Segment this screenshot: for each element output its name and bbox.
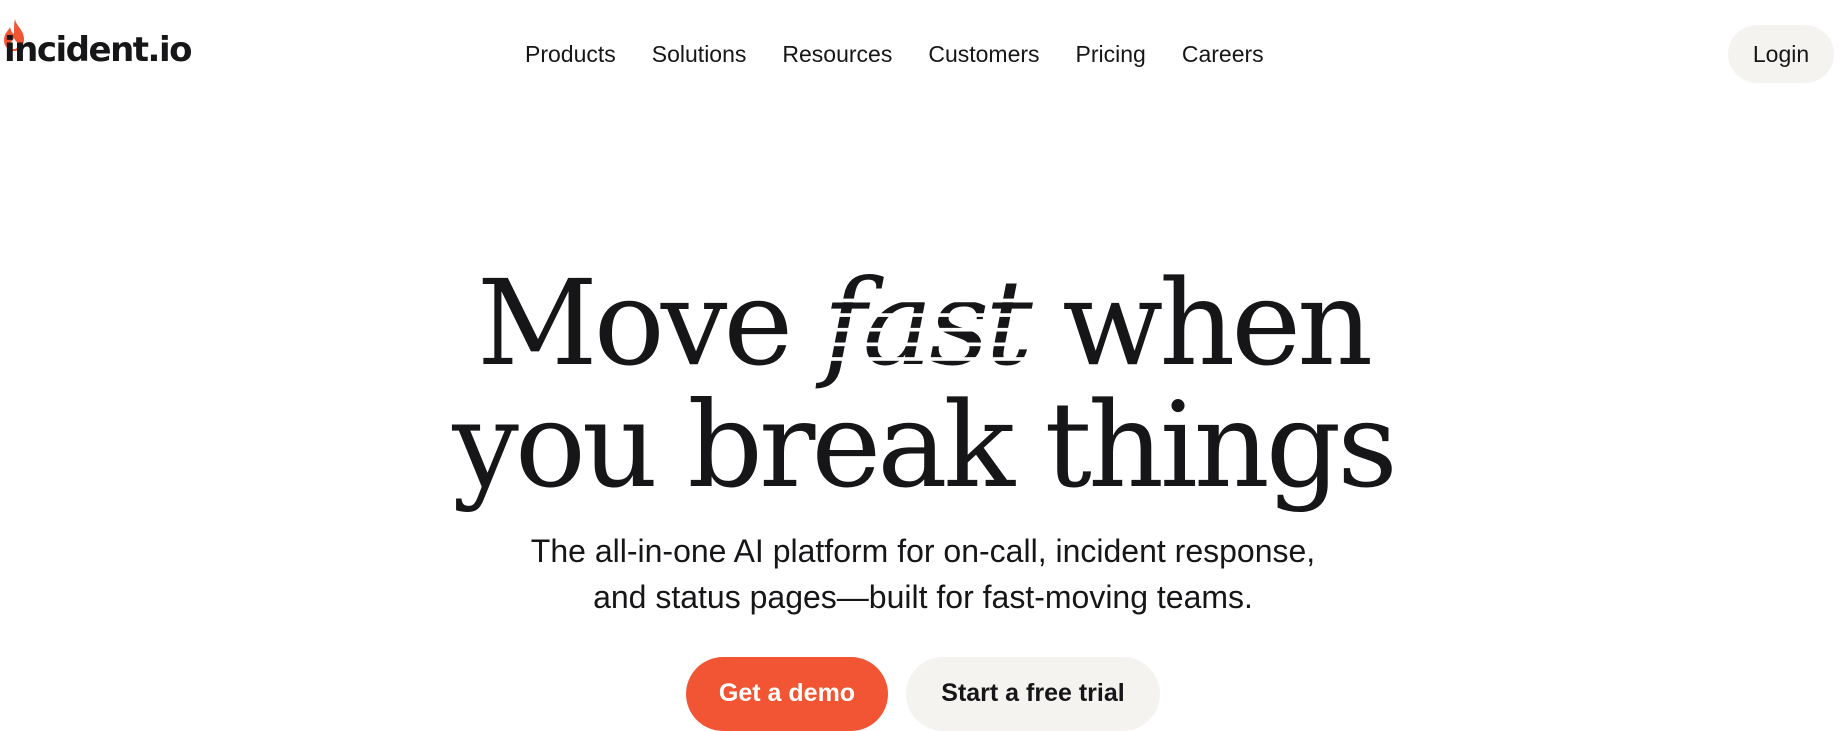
nav-item-resources[interactable]: Resources (764, 36, 910, 72)
logo-wordmark: incident.io (4, 30, 192, 70)
hero-title: Move fast when you break things (0, 262, 1846, 506)
main-nav: Products Solutions Resources Customers P… (509, 36, 1282, 72)
nav-item-products[interactable]: Products (509, 36, 634, 72)
nav-item-careers[interactable]: Careers (1164, 36, 1282, 72)
nav-item-pricing[interactable]: Pricing (1058, 36, 1164, 72)
hero-subtitle: The all-in-one AI platform for on-call, … (0, 528, 1846, 620)
nav-item-customers[interactable]: Customers (910, 36, 1057, 72)
hero-subtitle-line-2: and status pages—built for fast-moving t… (593, 579, 1253, 615)
hero-title-line-1: Move fast when (0, 262, 1846, 384)
login-button[interactable]: Login (1728, 25, 1834, 83)
get-demo-button[interactable]: Get a demo (686, 657, 888, 731)
hero-title-line-2: you break things (452, 376, 1398, 514)
hero-cta-group: Get a demo Start a free trial (0, 657, 1846, 731)
hero-subtitle-line-1: The all-in-one AI platform for on-call, … (530, 533, 1316, 569)
start-trial-button[interactable]: Start a free trial (906, 657, 1160, 731)
site-header: incident.io Products Solutions Resources… (0, 0, 1846, 108)
nav-item-solutions[interactable]: Solutions (634, 36, 765, 72)
hero-title-word-when: when (1062, 254, 1373, 392)
logo-link[interactable]: incident.io (4, 19, 192, 72)
hero-title-word-move: Move (476, 254, 793, 392)
hero-title-emphasis-fast: fast (822, 254, 1033, 392)
